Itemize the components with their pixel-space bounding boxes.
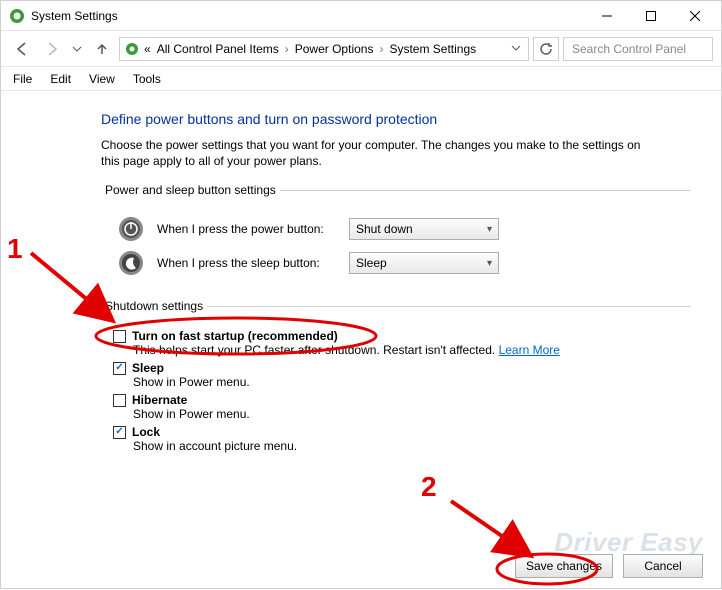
power-icon <box>117 215 145 243</box>
arrow-up-icon <box>94 41 110 57</box>
title-bar: System Settings <box>1 1 721 31</box>
search-field[interactable] <box>570 41 706 57</box>
minimize-button[interactable] <box>585 2 629 30</box>
power-button-dropdown[interactable]: Shut down ▾ <box>349 218 499 240</box>
control-panel-icon <box>124 41 140 57</box>
up-button[interactable] <box>89 36 115 62</box>
shutdown-group: Shutdown settings Turn on fast startup (… <box>101 299 691 461</box>
save-button[interactable]: Save changes <box>515 554 613 578</box>
window-title: System Settings <box>31 9 585 23</box>
nav-bar: « All Control Panel Items › Power Option… <box>1 31 721 67</box>
refresh-button[interactable] <box>533 37 559 61</box>
sleep-button-label: When I press the sleep button: <box>157 256 337 270</box>
chevron-right-icon: › <box>283 42 291 56</box>
back-button[interactable] <box>9 36 35 62</box>
lock-sub: Show in account picture menu. <box>133 439 691 453</box>
breadcrumb-item[interactable]: Power Options <box>293 42 376 56</box>
learn-more-link[interactable]: Learn More <box>499 343 560 357</box>
sleep-icon <box>117 249 145 277</box>
fast-startup-label: Turn on fast startup (recommended) <box>132 329 338 343</box>
group-legend: Power and sleep button settings <box>101 183 280 197</box>
power-button-row: When I press the power button: Shut down… <box>117 215 691 243</box>
dropdown-value: Shut down <box>356 222 413 236</box>
menu-tools[interactable]: Tools <box>131 70 163 88</box>
power-sleep-group: Power and sleep button settings When I p… <box>101 183 691 287</box>
hibernate-label: Hibernate <box>132 393 187 407</box>
breadcrumb-item[interactable]: System Settings <box>387 42 478 56</box>
chevron-down-icon <box>511 43 521 53</box>
sleep-item: Sleep Show in Power menu. <box>113 361 691 389</box>
group-legend: Shutdown settings <box>101 299 207 313</box>
sleep-button-dropdown[interactable]: Sleep ▾ <box>349 252 499 274</box>
refresh-icon <box>539 42 553 56</box>
chevron-down-icon: ▾ <box>487 258 492 269</box>
lock-label: Lock <box>132 425 160 439</box>
fast-startup-sub: This helps start your PC faster after sh… <box>133 343 499 357</box>
chevron-down-icon <box>72 44 82 54</box>
power-button-label: When I press the power button: <box>157 222 337 236</box>
arrow-right-icon <box>44 41 60 57</box>
chevron-right-icon: › <box>377 42 385 56</box>
sleep-label: Sleep <box>132 361 164 375</box>
app-icon <box>9 8 25 24</box>
hibernate-item: Hibernate Show in Power menu. <box>113 393 691 421</box>
button-row: Save changes Cancel <box>515 554 703 578</box>
history-dropdown[interactable] <box>69 36 85 62</box>
chevron-down-icon: ▾ <box>487 224 492 235</box>
minimize-icon <box>602 11 612 21</box>
lock-item: Lock Show in account picture menu. <box>113 425 691 453</box>
content-area: Define power buttons and turn on passwor… <box>1 91 721 483</box>
page-description: Choose the power settings that you want … <box>101 137 661 169</box>
cancel-button[interactable]: Cancel <box>623 554 703 578</box>
maximize-button[interactable] <box>629 2 673 30</box>
lock-checkbox[interactable] <box>113 426 126 439</box>
menu-edit[interactable]: Edit <box>48 70 73 88</box>
breadcrumb-dropdown[interactable] <box>508 42 524 56</box>
arrow-left-icon <box>14 41 30 57</box>
search-input[interactable] <box>563 37 713 61</box>
hibernate-sub: Show in Power menu. <box>133 407 691 421</box>
sleep-checkbox[interactable] <box>113 362 126 375</box>
close-button[interactable] <box>673 2 717 30</box>
close-icon <box>690 11 700 21</box>
forward-button[interactable] <box>39 36 65 62</box>
menu-file[interactable]: File <box>11 70 34 88</box>
hibernate-checkbox[interactable] <box>113 394 126 407</box>
dropdown-value: Sleep <box>356 256 387 270</box>
sleep-button-row: When I press the sleep button: Sleep ▾ <box>117 249 691 277</box>
fast-startup-item: Turn on fast startup (recommended) This … <box>113 329 691 357</box>
menu-view[interactable]: View <box>87 70 117 88</box>
page-title: Define power buttons and turn on passwor… <box>101 111 691 127</box>
menu-bar: File Edit View Tools <box>1 67 721 91</box>
fast-startup-checkbox[interactable] <box>113 330 126 343</box>
breadcrumb[interactable]: « All Control Panel Items › Power Option… <box>119 37 529 61</box>
maximize-icon <box>646 11 656 21</box>
sleep-sub: Show in Power menu. <box>133 375 691 389</box>
breadcrumb-item[interactable]: All Control Panel Items <box>155 42 281 56</box>
breadcrumb-chevrons[interactable]: « <box>142 42 153 56</box>
